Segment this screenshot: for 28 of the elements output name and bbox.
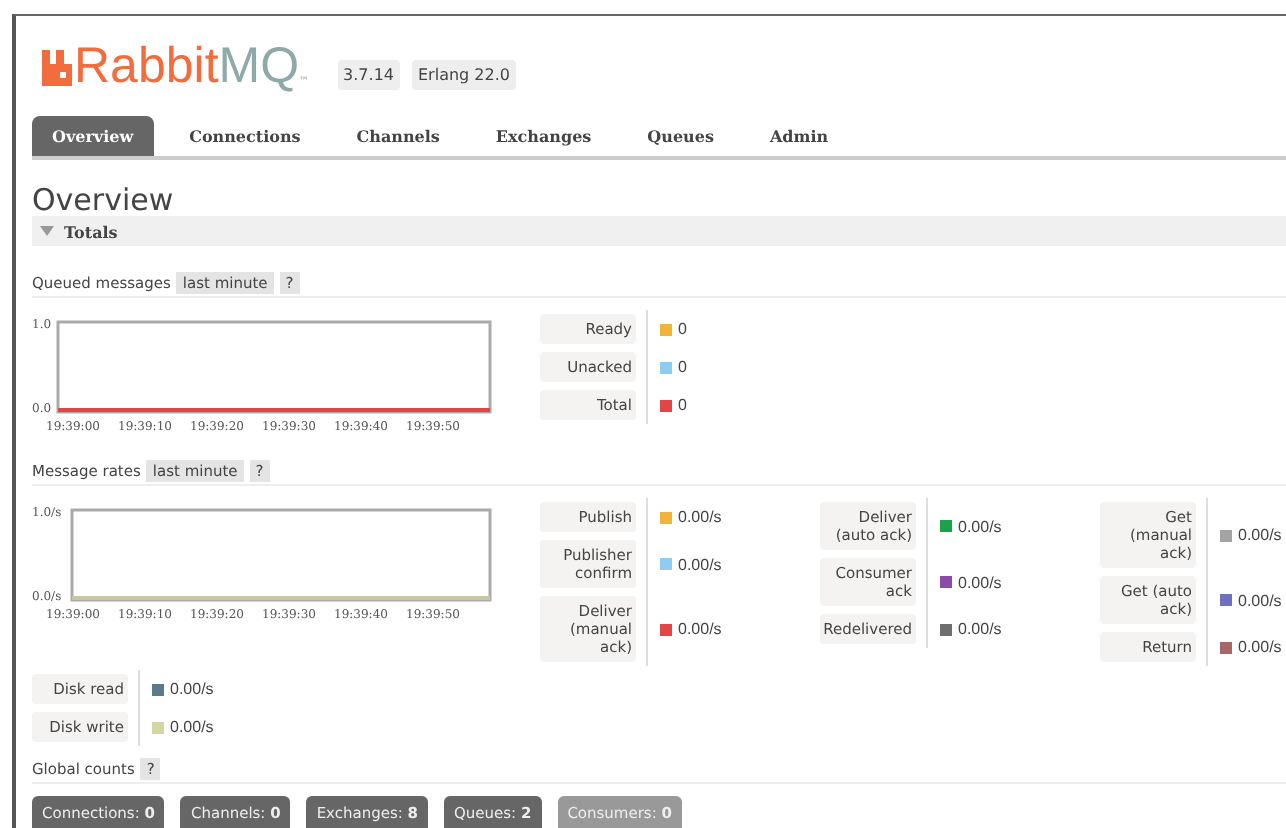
version-badge: Erlang 22.0 [412, 60, 516, 90]
nav-tab[interactable]: Overview [32, 116, 154, 156]
nav-tab[interactable]: Connections [169, 116, 321, 156]
nav-tab[interactable]: Queues [627, 116, 734, 156]
metric-value: 0.00/s [1238, 638, 1282, 656]
nav-tab[interactable]: Exchanges [475, 116, 612, 156]
metric-value: 0.00/s [958, 517, 1002, 535]
nav-tab[interactable]: Admin [749, 116, 849, 156]
metric-value: 0.00/s [170, 718, 214, 736]
logo-wordmark-suffix: MQ [218, 42, 300, 92]
metric-value: 0.00/s [958, 620, 1002, 638]
collapse-triangle-icon [40, 226, 54, 236]
metric-value: 0.00/s [1238, 526, 1282, 544]
metric-value: 0 [678, 396, 687, 414]
nav-tab[interactable]: Channels [336, 116, 460, 156]
metric-value: 0.00/s [678, 555, 722, 573]
metric-value: 0 [678, 358, 687, 376]
metric-value: 0.00/s [1238, 591, 1282, 609]
section-header[interactable]: Totals [32, 216, 1286, 246]
metric-value: 0.00/s [678, 620, 722, 638]
rabbit-logo-icon [42, 50, 72, 86]
version-badge: 3.7.14 [337, 60, 400, 90]
page-title: Overview [32, 184, 176, 216]
metric-value: 0 [678, 320, 687, 338]
logo-wordmark: Rabbit [74, 42, 219, 92]
metric-value: 0.00/s [170, 680, 214, 698]
metric-value: 0.00/s [678, 508, 722, 526]
metric-value: 0.00/s [958, 573, 1002, 591]
